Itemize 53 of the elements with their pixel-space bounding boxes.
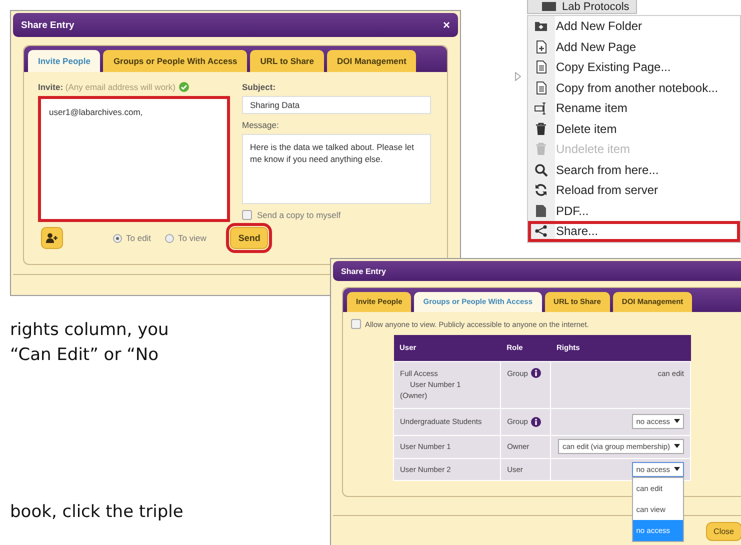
menu-item[interactable]: Add New Page: [528, 36, 740, 57]
checkbox-label: Send a copy to myself: [257, 210, 341, 220]
menu-item[interactable]: Rename item: [528, 98, 740, 118]
field-label: Invite: (Any email address will work): [38, 82, 176, 92]
caret-icon: [674, 419, 680, 424]
radio-button[interactable]: [113, 234, 122, 242]
page-icon: [534, 60, 548, 74]
subject-field[interactable]: Sharing Data: [242, 96, 431, 114]
body-text: “Can Edit” or “No: [10, 344, 160, 367]
menu-item[interactable]: Copy Existing Page...: [528, 57, 740, 78]
field-label: Subject:: [242, 82, 276, 92]
rename-icon: [534, 101, 548, 116]
checkbox[interactable]: [242, 210, 252, 220]
pdf-file-icon: [534, 204, 548, 218]
trash-icon: [534, 122, 548, 136]
caret-icon: [674, 466, 680, 472]
window-title: Share Entry: [21, 20, 74, 30]
body-text: rights column, you: [10, 319, 170, 342]
invite-field[interactable]: user1@labarchives.com,: [38, 96, 230, 222]
share-icon: [534, 224, 548, 238]
checkbox[interactable]: [351, 319, 361, 329]
tab[interactable]: Groups or People With Access: [103, 50, 248, 72]
trash-icon: [534, 142, 548, 156]
tab[interactable]: DOI Management: [326, 50, 416, 72]
menu-item[interactable]: PDF...: [528, 200, 740, 221]
window-title: Share Entry: [341, 266, 386, 276]
info-icon[interactable]: [530, 368, 541, 378]
radio-button[interactable]: [165, 234, 174, 242]
radio-label: To edit: [126, 233, 152, 243]
menu-item[interactable]: Share...: [528, 221, 740, 242]
search-icon: [534, 162, 548, 177]
reload-icon: [534, 183, 548, 198]
page-icon: [534, 80, 548, 95]
info-icon[interactable]: [530, 416, 541, 426]
menu-item[interactable]: Add New Folder: [528, 16, 740, 36]
field-label: Message:: [242, 120, 279, 130]
page-plus-icon: [534, 40, 548, 54]
menu-item[interactable]: Search from here...: [528, 160, 740, 180]
add-person-button[interactable]: [41, 227, 63, 249]
person-plus-icon: [46, 233, 58, 243]
radio-label: To view: [178, 233, 206, 243]
notebook-header[interactable]: Lab Protocols: [527, 0, 637, 14]
body-text: book, click the triple: [10, 501, 184, 524]
tab[interactable]: Invite People: [28, 50, 100, 72]
menu-item[interactable]: Reload from server: [528, 180, 740, 200]
close-button[interactable]: Close: [706, 522, 741, 541]
menu-item[interactable]: Copy from another notebook...: [528, 78, 740, 98]
message-field[interactable]: Here is the data we talked about. Please let me know if you need anything else.: [242, 134, 431, 204]
folder-plus-icon: [534, 19, 548, 34]
caret-icon: [674, 444, 680, 449]
close-button[interactable]: ×: [442, 18, 450, 32]
tab[interactable]: URL to Share: [250, 50, 324, 72]
menu-item[interactable]: Delete item: [528, 118, 740, 139]
